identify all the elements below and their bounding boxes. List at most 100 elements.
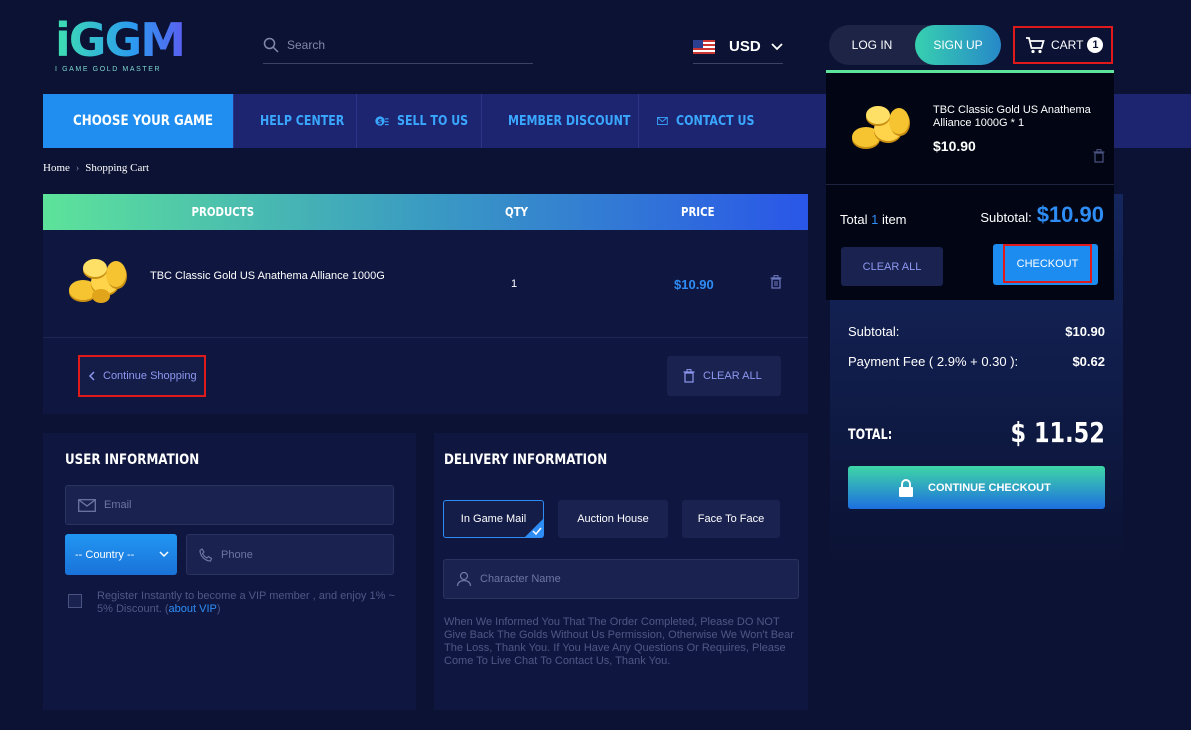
trash-icon[interactable] <box>770 275 782 289</box>
delivery-note: When We Informed You That The Order Comp… <box>444 616 794 667</box>
product-price: $10.90 <box>674 277 714 292</box>
user-icon <box>456 571 472 587</box>
nav-item-contact-us[interactable]: CONTACT US <box>638 94 768 148</box>
nav-item-member-discount[interactable]: % MEMBER DISCOUNT <box>481 94 638 148</box>
dropdown-subtotal-value: $10.90 <box>1036 202 1104 227</box>
email-placeholder: Email <box>104 499 132 511</box>
table-header: PRODUCTS QTY PRICE <box>43 194 808 230</box>
cart-table: PRODUCTS QTY PRICE TBC Classic Gold US A… <box>43 194 808 414</box>
delivery-option-in-game-mail[interactable]: In Game Mail <box>443 500 544 538</box>
search-input[interactable]: Search <box>287 38 325 52</box>
cart-label: CART <box>1051 38 1084 52</box>
clear-all-button[interactable]: CLEAR ALL <box>667 356 781 396</box>
envelope-icon <box>78 498 96 512</box>
dropdown-subtotal: Subtotal: $10.90 <box>980 202 1104 228</box>
search-bar[interactable]: Search <box>263 26 533 64</box>
continue-checkout-button[interactable]: CONTINUE CHECKOUT <box>848 466 1105 509</box>
svg-text:$: $ <box>378 117 383 126</box>
cart-icon <box>1026 37 1045 54</box>
fee-label: Payment Fee ( 2.9% + 0.30 ): <box>848 354 1019 369</box>
user-info-panel: USER INFORMATION Email -- Country -- Pho… <box>43 433 416 710</box>
choose-game-button[interactable]: CHOOSE YOUR GAME <box>43 94 233 148</box>
nav-item-sell-to-us[interactable]: $ SELL TO US <box>356 94 481 148</box>
cart-dropdown: TBC Classic Gold US Anathema Alliance 10… <box>826 70 1114 300</box>
clear-all-label: CLEAR ALL <box>703 370 762 382</box>
signup-button[interactable]: SIGN UP <box>915 25 1001 65</box>
trash-icon[interactable] <box>1093 149 1105 163</box>
chevron-left-icon <box>88 371 95 381</box>
chevron-down-icon <box>771 42 783 50</box>
dropdown-item-name[interactable]: TBC Classic Gold US Anathema Alliance 10… <box>933 104 1103 130</box>
phone-field[interactable]: Phone <box>186 534 394 575</box>
about-vip-link[interactable]: about VIP <box>169 603 217 615</box>
search-icon <box>263 37 279 53</box>
logo-tagline: I GAME GOLD MASTER <box>55 66 162 73</box>
nav-label: CONTACT US <box>675 113 755 129</box>
lock-icon <box>899 478 913 497</box>
header-price: PRICE <box>680 205 715 219</box>
summary-subtotal-row: Subtotal: $10.90 <box>848 324 1105 339</box>
trash-icon <box>683 369 695 383</box>
dropdown-subtotal-label: Subtotal: <box>980 210 1032 225</box>
chevron-down-icon <box>159 551 169 558</box>
logo[interactable]: iGGM I GAME GOLD MASTER <box>55 16 186 76</box>
total-prefix: Total <box>840 212 868 227</box>
total-value: $ 11.52 <box>1010 416 1105 449</box>
continue-checkout-label: CONTINUE CHECKOUT <box>928 481 1051 494</box>
dropdown-item-price: $10.90 <box>933 138 976 154</box>
choose-game-label: CHOOSE YOUR GAME <box>73 113 213 129</box>
currency-selector[interactable]: USD <box>693 30 783 64</box>
country-select[interactable]: -- Country -- <box>65 534 177 575</box>
option-label: Face To Face <box>697 513 765 525</box>
vip-description: Register Instantly to become a VIP membe… <box>97 590 395 615</box>
product-name[interactable]: TBC Classic Gold US Anathema Alliance 10… <box>150 270 390 283</box>
vip-checkbox[interactable] <box>68 594 82 608</box>
option-label: In Game Mail <box>460 513 527 525</box>
delivery-option-face-to-face[interactable]: Face To Face <box>682 500 780 538</box>
delivery-title: DELIVERY INFORMATION <box>444 452 608 468</box>
breadcrumb-separator-icon: › <box>75 162 80 174</box>
total-label: TOTAL: <box>848 427 893 443</box>
gold-coins-image <box>69 259 127 303</box>
login-button[interactable]: LOG IN <box>829 25 915 65</box>
continue-shopping-label: Continue Shopping <box>103 370 197 382</box>
header-qty: QTY <box>505 205 529 219</box>
delivery-panel: DELIVERY INFORMATION In Game Mail Auctio… <box>434 433 808 710</box>
cart-button[interactable]: CART 1 <box>1013 26 1113 64</box>
table-row: TBC Classic Gold US Anathema Alliance 10… <box>43 230 808 338</box>
breadcrumb-current: Shopping Cart <box>85 162 150 174</box>
phone-icon <box>199 547 213 562</box>
subtotal-label: Subtotal: <box>848 324 900 339</box>
selected-check-icon <box>525 519 543 537</box>
us-flag-icon <box>693 39 715 54</box>
subtotal-value: $10.90 <box>1065 324 1105 339</box>
continue-shopping-button[interactable]: Continue Shopping <box>78 355 206 397</box>
auth-group: LOG IN SIGN UP <box>829 25 1001 65</box>
email-field[interactable]: Email <box>65 485 394 525</box>
total-count: 1 <box>871 212 879 227</box>
option-label: Auction House <box>577 513 649 525</box>
currency-code: USD <box>729 38 761 55</box>
nav-label: SELL TO US <box>397 113 469 129</box>
vip-text: Register Instantly to become a VIP membe… <box>97 590 397 616</box>
nav-label: MEMBER DISCOUNT <box>508 113 631 129</box>
product-qty: 1 <box>511 278 518 290</box>
breadcrumb: Home › Shopping Cart <box>43 162 149 174</box>
total-suffix: item <box>881 212 907 227</box>
dropdown-divider <box>826 184 1114 185</box>
user-info-title: USER INFORMATION <box>65 452 200 468</box>
country-label: -- Country -- <box>75 548 135 561</box>
dropdown-total-count: Total 1 item <box>840 212 907 227</box>
mail-icon <box>657 117 668 125</box>
breadcrumb-home[interactable]: Home <box>43 162 70 174</box>
dropdown-checkout-button[interactable]: CHECKOUT <box>1003 244 1092 283</box>
delivery-option-auction-house[interactable]: Auction House <box>558 500 668 538</box>
nav-item-help-center[interactable]: ? HELP CENTER <box>233 94 356 148</box>
summary-fee-row: Payment Fee ( 2.9% + 0.30 ): $0.62 <box>848 354 1105 369</box>
character-placeholder: Character Name <box>480 573 561 585</box>
cart-count-badge: 1 <box>1087 37 1104 53</box>
fee-value: $0.62 <box>1072 354 1105 369</box>
dropdown-clear-all-button[interactable]: CLEAR ALL <box>841 247 943 286</box>
character-name-field[interactable]: Character Name <box>443 559 799 599</box>
phone-placeholder: Phone <box>221 548 253 561</box>
